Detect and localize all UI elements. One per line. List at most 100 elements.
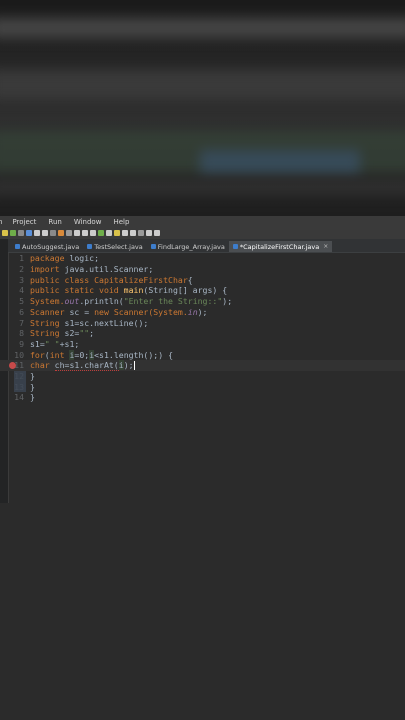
code-line[interactable]: 2 import java.util.Scanner; [0,264,405,275]
tab-testselect[interactable]: TestSelect.java [83,241,147,252]
code-token: "Enter the String::" [123,296,223,307]
close-icon[interactable]: × [323,243,328,250]
code-token: ch=s1.charAt( [54,360,119,372]
code-token: ; [89,328,95,339]
code-line[interactable]: 14} [0,392,405,403]
code-text: package logic; [30,253,99,263]
code-token: out [64,296,80,307]
toolbar-button-icon[interactable] [130,230,136,236]
code-line[interactable]: 9 s1=" "+s1; [0,339,405,350]
toolbar-button-icon[interactable] [114,230,120,236]
toolbar-button-icon[interactable] [74,230,80,236]
menu-bar: n Project Run Window Help [0,216,405,227]
toolbar-button-icon[interactable] [82,230,88,236]
java-file-icon [15,244,20,249]
toolbar-button-icon[interactable] [18,230,24,236]
code-token: { [187,274,193,285]
code-line[interactable]: 3 public class CapitalizeFirstChar{ [0,274,405,285]
code-token: public static void [30,285,124,296]
code-token: Scanner [30,306,70,317]
tab-label: *CapitalizeFirstChar.java [239,242,320,251]
code-token: import [30,264,65,275]
line-number: 4 [19,285,24,296]
code-token: " " [44,338,60,349]
menu-item-project[interactable]: Project [12,218,36,226]
code-text: s1=" "+s1; [30,339,79,349]
menu-item-run[interactable]: Run [48,218,61,226]
code-token: s1=sc.nextLine(); [64,317,149,328]
toolbar-button-icon[interactable] [146,230,152,236]
code-token: s1= [30,338,45,349]
code-token: CapitalizeFirstChar [94,274,188,285]
java-file-icon [150,244,156,249]
code-text: public class CapitalizeFirstChar{ [30,275,193,285]
code-line[interactable]: 1 package logic; [0,253,405,264]
code-token: (String[] args) { [143,285,228,296]
java-file-icon [87,244,93,249]
toolbar-button-icon[interactable] [2,230,8,236]
toolbar-button-icon[interactable] [34,230,40,236]
code-line[interactable]: 5 System.out.println("Enter the String::"… [0,296,405,307]
toolbar-button-icon[interactable] [50,230,56,236]
line-number: 2 [19,264,24,275]
code-token: sc = [69,306,95,317]
code-token: int [49,349,70,360]
code-token: ); [222,296,233,307]
line-number: 10 [14,349,24,360]
code-token: } [30,371,35,382]
code-token: .println( [79,296,124,307]
code-line[interactable]: 8 String s2=""; [0,328,405,339]
code-token: +s1; [59,338,80,349]
toolbar-button-icon[interactable] [42,230,48,236]
tab-capitalizefirstchar[interactable]: *CapitalizeFirstChar.java × [228,241,333,252]
code-token: "" [79,328,90,339]
toolbar [0,227,405,239]
tab-findlarge-array[interactable]: FindLarge_Array.java [147,241,229,252]
menu-item-navigate[interactable]: n [0,218,2,226]
toolbar-button-icon[interactable] [58,230,64,236]
toolbar-button-icon[interactable] [26,230,32,236]
line-number: 8 [19,328,24,339]
line-number: 1 [19,253,24,264]
toolbar-button-icon[interactable] [66,230,72,236]
tab-label: FindLarge_Array.java [157,242,225,251]
code-text: String s1=sc.nextLine(); [30,318,148,328]
code-line[interactable]: 12} [0,371,405,382]
toolbar-button-icon[interactable] [154,230,160,236]
code-line[interactable]: 4 public static void main(String[] args) … [0,285,405,296]
error-marker-icon[interactable] [9,362,16,369]
code-line[interactable]: 10 for(int i=0;i<s1.length();) { [0,349,405,360]
code-token: for [30,349,45,360]
blurred-background [0,0,405,216]
menu-item-help[interactable]: Help [113,218,129,226]
code-text: } [30,382,35,392]
code-text: import java.util.Scanner; [30,264,153,274]
code-token: main [123,285,144,296]
code-text: System.out.println("Enter the String::")… [30,296,232,306]
tab-autosuggest[interactable]: AutoSuggest.java [11,241,83,252]
toolbar-button-icon[interactable] [138,230,144,236]
code-token: in [187,306,198,317]
code-text: Scanner sc = new Scanner(System.in); [30,307,207,317]
code-token: new [94,306,114,317]
fold-region-marker [14,370,26,393]
toolbar-button-icon[interactable] [122,230,128,236]
code-text: for(int i=0;i<s1.length();) { [30,349,173,360]
code-line[interactable]: 6 Scanner sc = new Scanner(System.in); [0,307,405,318]
code-token: char [30,360,55,371]
code-token: } [30,392,35,403]
line-number: 6 [19,306,24,317]
code-token: =0; [74,349,90,360]
menu-item-window[interactable]: Window [74,218,102,226]
toolbar-button-icon[interactable] [90,230,96,236]
code-line[interactable]: 13} [0,381,405,392]
tab-label: TestSelect.java [94,242,143,251]
code-editor[interactable]: 1 package logic; 2 import java.util.Scanner… [0,239,405,503]
code-line[interactable]: 7 String s1=sc.nextLine(); [0,317,405,328]
toolbar-button-icon[interactable] [98,230,104,236]
code-token: ); [123,360,134,371]
code-line[interactable]: 11 char ch=s1.charAt(i); [0,360,405,372]
toolbar-button-icon[interactable] [106,230,112,236]
toolbar-button-icon[interactable] [10,230,16,236]
code-token: Scanner( [113,306,154,317]
